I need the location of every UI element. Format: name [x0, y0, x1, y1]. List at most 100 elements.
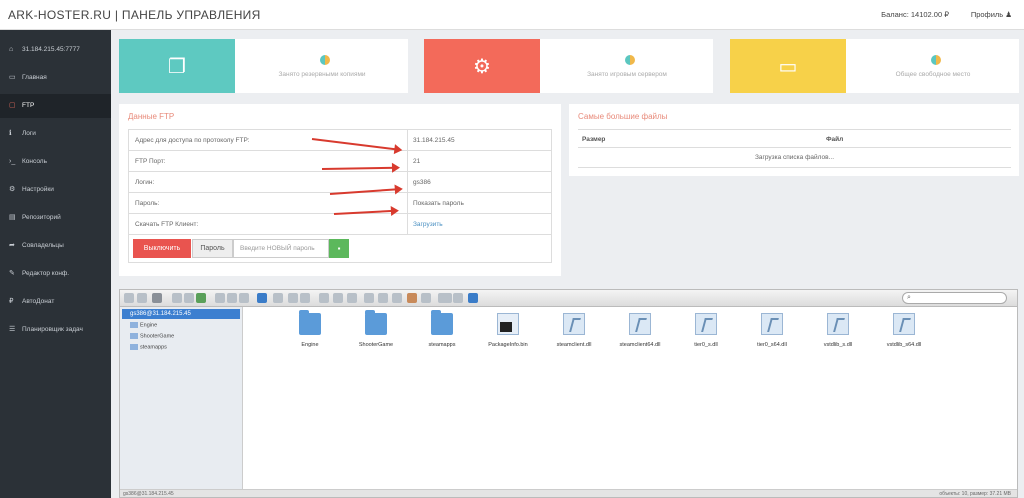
terminal-icon: ›_	[9, 158, 16, 165]
ftp-login-value: gs386	[413, 179, 431, 186]
ftp-key: Скачать FTP Клиент:	[135, 221, 199, 228]
sidebar-item-label: Логи	[22, 130, 36, 137]
file-item[interactable]: vstdlib_s.dll	[805, 313, 871, 348]
profile-link[interactable]: Профиль ♟	[971, 10, 1012, 19]
file-icon	[761, 313, 783, 335]
ftp-row-client: Скачать FTP Клиент: Загрузить	[129, 214, 551, 235]
sidebar-item-7[interactable]: ➦ Совладельцы	[0, 234, 111, 258]
tree-item[interactable]: ShooterGame	[130, 333, 174, 339]
sidebar-item-3[interactable]: ℹ Логи	[0, 122, 111, 146]
open-icon[interactable]	[215, 293, 225, 303]
tree-item[interactable]: Engine	[130, 322, 157, 328]
edit-icon[interactable]	[347, 293, 357, 303]
download-icon[interactable]	[227, 293, 237, 303]
password-button[interactable]: Пароль	[192, 239, 233, 258]
file-name: steamclient.dll	[556, 342, 592, 348]
download-client-link[interactable]: Загрузить	[413, 221, 443, 228]
stat-card-server: ⚙ Занято игровым сервером	[424, 39, 713, 93]
col-size: Размер	[582, 136, 606, 143]
file-item[interactable]: ShooterGame	[343, 310, 409, 348]
file-item[interactable]: PackageInfo.bin	[475, 313, 541, 348]
ruble-icon: ₽	[9, 298, 14, 305]
show-password-link[interactable]: Показать пароль	[413, 200, 464, 207]
extract-icon[interactable]	[364, 293, 374, 303]
app-title[interactable]: ARK-HOSTER.RU | ПАНЕЛЬ УПРАВЛЕНИЯ	[8, 8, 261, 22]
archive-icon: ▤	[9, 214, 16, 221]
balance-label: Баланс: 14102.00 ₽	[881, 10, 949, 19]
delete-icon[interactable]	[407, 293, 417, 303]
folder-tree: gs386@31.184.215.45 Engine ShooterGame s…	[120, 307, 243, 497]
new-password-input[interactable]: Введите НОВЫЙ пароль	[233, 239, 329, 258]
tree-item[interactable]: steamapps	[130, 344, 167, 350]
save-password-button[interactable]: ▪	[329, 239, 349, 258]
ftp-actions: Выключить Пароль Введите НОВЫЙ пароль ▪	[129, 235, 551, 262]
file-item[interactable]: steamclient.dll	[541, 313, 607, 348]
largest-files-table: Размер Файл Загрузка списка файлов...	[578, 129, 1011, 168]
icons-view-icon[interactable]	[438, 293, 452, 303]
file-name: steamclient64.dll	[619, 342, 661, 348]
gears-icon: ⚙	[9, 186, 16, 193]
new-folder-icon[interactable]	[184, 293, 194, 303]
file-item[interactable]: steamclient64.dll	[607, 313, 673, 348]
home-icon: ⌂	[9, 46, 14, 53]
list-view-icon[interactable]	[453, 293, 463, 303]
cut-icon[interactable]	[288, 293, 298, 303]
disable-ftp-button[interactable]: Выключить	[133, 239, 191, 258]
resize-icon[interactable]	[392, 293, 402, 303]
file-icon	[497, 313, 519, 335]
list-icon: ☰	[9, 326, 16, 333]
ftp-key: FTP Порт:	[135, 158, 166, 165]
file-search-input[interactable]: ⌕	[902, 292, 1007, 304]
sidebar-item-label: Настройки	[22, 186, 54, 193]
file-icon	[629, 313, 651, 335]
file-item[interactable]: Engine	[277, 310, 343, 348]
sidebar-item-10[interactable]: ☰ Планировщик задач	[0, 318, 111, 342]
file-name: steamapps	[428, 342, 456, 348]
sidebar-item-label: 31.184.215.45:7777	[22, 46, 80, 53]
rename-icon[interactable]	[333, 293, 343, 303]
sidebar-item-1[interactable]: ▭ Главная	[0, 66, 111, 90]
file-name: tier0_s64.dll	[757, 342, 787, 348]
forward-icon[interactable]	[137, 293, 147, 303]
search-icon: ⌕	[907, 294, 911, 301]
sidebar-item-label: АвтоДонат	[22, 298, 55, 305]
file-item[interactable]: steamapps	[409, 310, 475, 348]
view-icon[interactable]	[257, 293, 267, 303]
sidebar-item-2[interactable]: ▢ FTP	[0, 94, 111, 118]
tree-root[interactable]: gs386@31.184.215.45	[122, 309, 240, 319]
reload-icon[interactable]	[172, 293, 182, 303]
duplicate-icon[interactable]	[319, 293, 329, 303]
file-item[interactable]: vstdlib_s64.dll	[871, 313, 937, 348]
ftp-key: Адрес для доступа по протоколу FTP:	[135, 137, 250, 144]
home-icon[interactable]	[152, 293, 162, 303]
sidebar-item-label: Редактор конф.	[22, 270, 70, 277]
paste-icon[interactable]	[300, 293, 310, 303]
back-icon[interactable]	[124, 293, 134, 303]
sidebar-item-5[interactable]: ⚙ Настройки	[0, 178, 111, 202]
sidebar: ⌂ 31.184.215.45:7777 ▭ Главная ▢ FTP ℹ Логи ›_ Ко…	[0, 30, 111, 498]
file-icon	[695, 313, 717, 335]
folder-icon	[431, 310, 453, 335]
sidebar-item-9[interactable]: ₽ АвтоДонат	[0, 290, 111, 314]
upload-icon[interactable]	[196, 293, 206, 303]
sidebar-item-6[interactable]: ▤ Репозиторий	[0, 206, 111, 230]
sidebar-item-8[interactable]: ✎ Редактор конф.	[0, 262, 111, 286]
file-manager: ⌕ gs386@31.184.215.45 Engine ShooterGame…	[119, 289, 1018, 498]
largest-files-panel: Самые большие файлы Размер Файл Загрузка…	[569, 104, 1019, 176]
archive-icon[interactable]	[378, 293, 388, 303]
help-icon[interactable]	[468, 293, 478, 303]
file-item[interactable]: tier0_s64.dll	[739, 313, 805, 348]
sidebar-item-label: Консоль	[22, 158, 47, 165]
file-item[interactable]: tier0_s.dll	[673, 313, 739, 348]
sidebar-item-4[interactable]: ›_ Консоль	[0, 150, 111, 174]
gear-icon: ⚙	[424, 39, 540, 93]
select-icon[interactable]	[421, 293, 431, 303]
info-icon[interactable]	[239, 293, 249, 303]
largest-files-header: Размер Файл	[578, 129, 1011, 148]
sidebar-item-0[interactable]: ⌂ 31.184.215.45:7777	[0, 38, 111, 62]
stat-label: Занято игровым сервером	[587, 71, 667, 78]
sidebar-item-label: Совладельцы	[22, 242, 64, 249]
copy-icon[interactable]	[273, 293, 283, 303]
usage-pie-icon	[931, 55, 941, 65]
info-icon: ℹ	[9, 130, 12, 137]
